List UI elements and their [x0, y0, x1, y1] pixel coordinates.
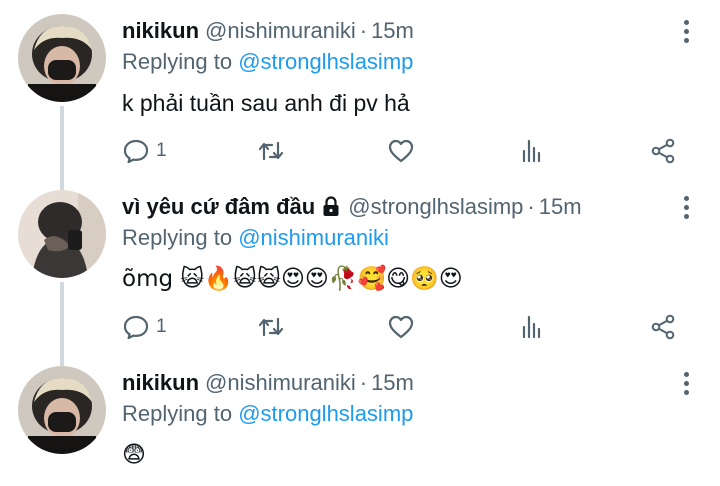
more-options-icon[interactable] — [682, 20, 690, 48]
separator-dot: · — [359, 18, 368, 43]
retweet-button[interactable] — [257, 136, 285, 166]
like-button[interactable] — [387, 312, 415, 342]
tweet-text: õmg 🙀🔥🙀🙀😍😍🥀🥰😋🥺😍 — [122, 266, 463, 292]
share-button[interactable] — [649, 136, 677, 166]
reply-button[interactable]: 1 — [122, 136, 167, 166]
user-handle[interactable]: @nishimuraniki — [205, 18, 356, 43]
mention-link[interactable]: @stronglhslasimp — [238, 49, 413, 74]
timestamp[interactable]: 15m — [539, 194, 582, 219]
more-options-icon[interactable] — [682, 196, 690, 224]
more-options-icon[interactable] — [682, 372, 690, 400]
share-button[interactable] — [649, 312, 677, 342]
replying-to: Replying to @nishimuraniki — [122, 224, 389, 252]
tweet[interactable]: vì yêu cứ đâm đầu @stronglhslasimp · 15m Re… — [0, 176, 720, 352]
avatar-nikikun[interactable] — [18, 14, 106, 102]
reply-icon — [123, 139, 149, 164]
replying-to: Replying to @stronglhslasimp — [122, 48, 413, 76]
replying-to: Replying to @stronglhslasimp — [122, 400, 413, 428]
display-name[interactable]: nikikun — [122, 370, 199, 395]
retweet-icon — [258, 317, 284, 337]
display-name[interactable]: vì yêu cứ đâm đầu — [122, 194, 315, 219]
retweet-button[interactable] — [257, 312, 285, 342]
timestamp[interactable]: 15m — [371, 370, 414, 395]
reply-icon — [123, 315, 149, 340]
view-stats-button[interactable] — [518, 136, 546, 166]
like-button[interactable] — [387, 136, 415, 166]
replying-to-label: Replying to — [122, 401, 233, 426]
avatar-nikikun[interactable] — [18, 366, 106, 454]
share-icon — [651, 314, 675, 340]
retweet-icon — [258, 141, 284, 161]
replying-to-label: Replying to — [122, 49, 233, 74]
stats-icon — [522, 315, 541, 339]
mention-link[interactable]: @nishimuraniki — [238, 225, 389, 250]
reply-count: 1 — [156, 316, 167, 337]
timestamp[interactable]: 15m — [371, 18, 414, 43]
user-handle[interactable]: @stronglhslasimp — [348, 194, 523, 219]
like-icon — [388, 139, 414, 163]
reply-button[interactable]: 1 — [122, 312, 167, 342]
avatar-image — [18, 366, 106, 454]
tweet-header: nikikun @nishimuraniki · 15m — [122, 368, 414, 398]
display-name[interactable]: nikikun — [122, 18, 199, 43]
tweet-header: nikikun @nishimuraniki · 15m — [122, 16, 414, 46]
share-icon — [651, 138, 675, 164]
tweet-text: 😨 — [122, 442, 146, 468]
avatar-stronglhslasimp[interactable] — [18, 190, 106, 278]
stats-icon — [522, 139, 541, 163]
tweet[interactable]: nikikun @nishimuraniki · 15m Replying to @s… — [0, 0, 720, 176]
replying-to-label: Replying to — [122, 225, 233, 250]
avatar-image — [18, 190, 106, 278]
separator-dot: · — [359, 370, 368, 395]
user-handle[interactable]: @nishimuraniki — [205, 370, 356, 395]
separator-dot: · — [527, 194, 535, 219]
tweet-actions: 1 — [122, 312, 682, 342]
tweet-text: k phải tuần sau anh đi pv hả — [122, 90, 410, 116]
lock-icon — [323, 196, 339, 216]
reply-count: 1 — [156, 140, 167, 161]
tweet-actions: 1 — [122, 136, 682, 166]
tweet[interactable]: nikikun @nishimuraniki · 15m Replying to @s… — [0, 352, 720, 486]
view-stats-button[interactable] — [518, 312, 546, 342]
tweet-header: vì yêu cứ đâm đầu @stronglhslasimp · 15m — [122, 192, 582, 222]
avatar-image — [18, 14, 106, 102]
mention-link[interactable]: @stronglhslasimp — [238, 401, 413, 426]
like-icon — [388, 315, 414, 339]
